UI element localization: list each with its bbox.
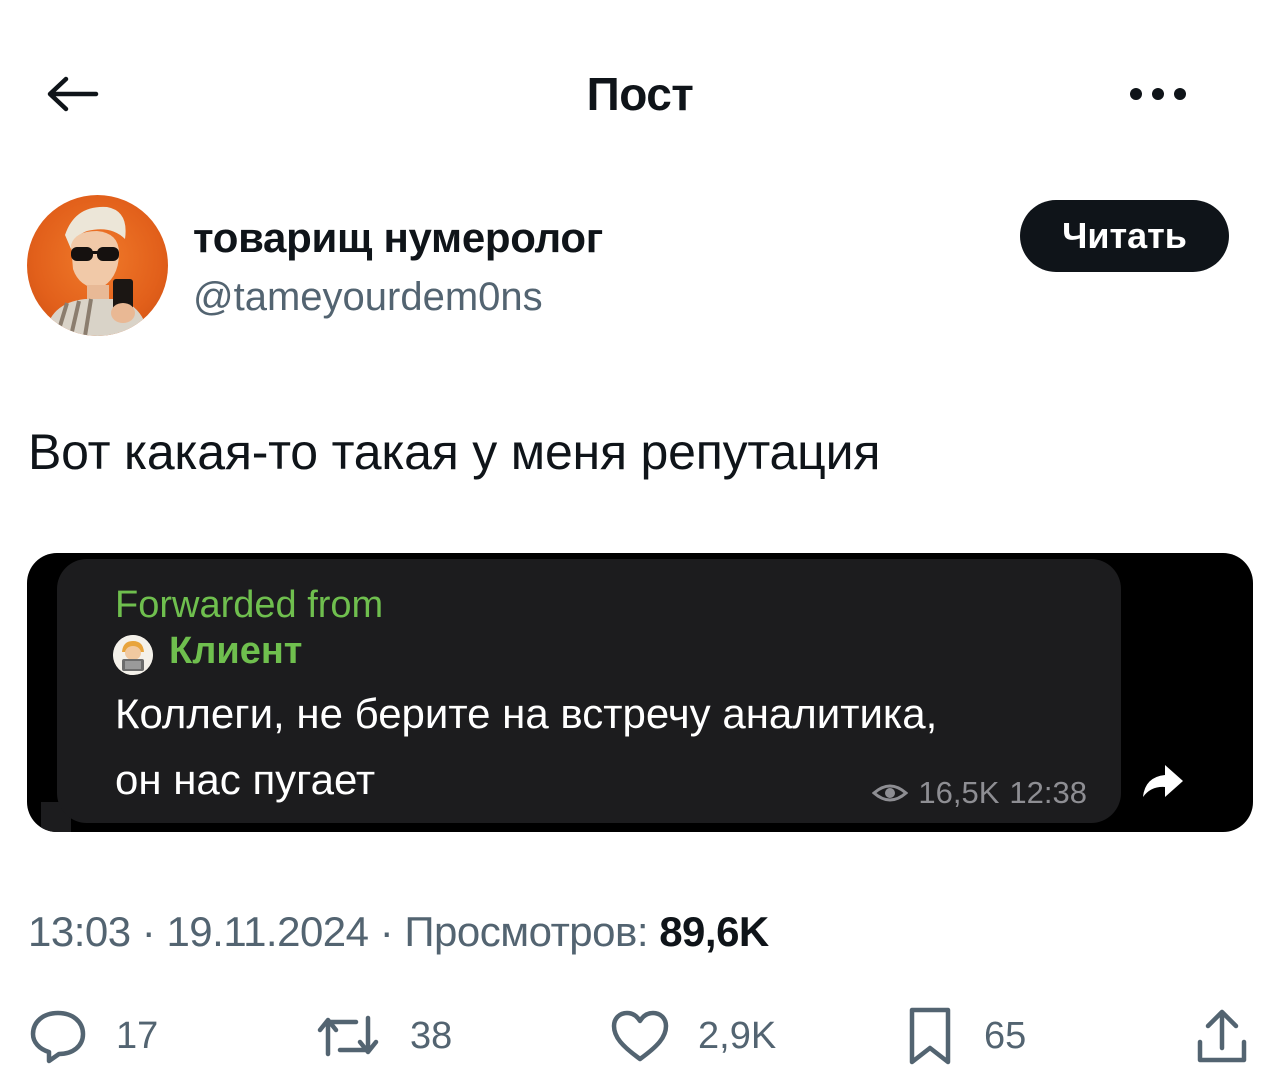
telegram-message-bubble: Forwarded from Клиент Коллеги, не берите…: [57, 559, 1121, 823]
telegram-time: 12:38: [1009, 775, 1087, 810]
post-date: 19.11.2024: [166, 908, 369, 955]
repost-button[interactable]: 38: [314, 1000, 452, 1072]
post-text: Вот какая-то такая у меня репутация: [28, 424, 881, 480]
heart-icon: [611, 1010, 669, 1062]
forwarded-label: Forwarded from: [115, 584, 384, 626]
meta-separator: ·: [141, 908, 167, 955]
bookmark-icon: [909, 1007, 951, 1065]
views-label: Просмотров:: [404, 908, 649, 955]
more-horizontal-icon: [1130, 88, 1186, 100]
author-name[interactable]: товарищ нумеролог: [193, 212, 603, 264]
page-title: Пост: [586, 68, 694, 120]
telegram-message-meta: 16,5K 12:38: [872, 773, 1087, 813]
telegram-message-line: Коллеги, не берите на встречу аналитика,: [115, 690, 938, 737]
comment-icon: [30, 1010, 86, 1064]
author-handle[interactable]: @tameyourdem0ns: [193, 272, 543, 322]
reply-count: 17: [116, 1014, 159, 1057]
post-media[interactable]: Forwarded from Клиент Коллеги, не берите…: [27, 553, 1253, 832]
reply-button[interactable]: 17: [28, 1000, 158, 1072]
header-bar: Пост: [0, 0, 1280, 190]
like-button[interactable]: 2,9K: [610, 1000, 776, 1072]
views-count[interactable]: 89,6K: [659, 908, 769, 955]
action-bar: 17 38 2,9K 65: [0, 1000, 1280, 1078]
repost-count: 38: [410, 1014, 453, 1057]
follow-button[interactable]: Читать: [1020, 200, 1229, 272]
repost-icon: [317, 1015, 379, 1057]
bookmark-button[interactable]: 65: [904, 1000, 1026, 1072]
bookmark-count: 65: [984, 1014, 1027, 1057]
telegram-views: 16,5K: [918, 775, 1000, 810]
more-button[interactable]: [1120, 66, 1196, 122]
share-button[interactable]: [1192, 1000, 1252, 1072]
eye-icon: [872, 784, 909, 802]
forwarded-name: Клиент: [169, 630, 303, 672]
client-avatar-icon: [113, 635, 153, 675]
avatar-image: [45, 206, 149, 336]
post-meta: 13:03 · 19.11.2024 · Просмотров: 89,6K: [28, 904, 769, 960]
like-count: 2,9K: [698, 1014, 777, 1057]
post-time: 13:03: [28, 908, 131, 955]
avatar[interactable]: [27, 195, 168, 336]
share-arrow-icon: [1137, 755, 1189, 807]
share-icon: [1197, 1009, 1247, 1063]
meta-separator: ·: [379, 908, 405, 955]
